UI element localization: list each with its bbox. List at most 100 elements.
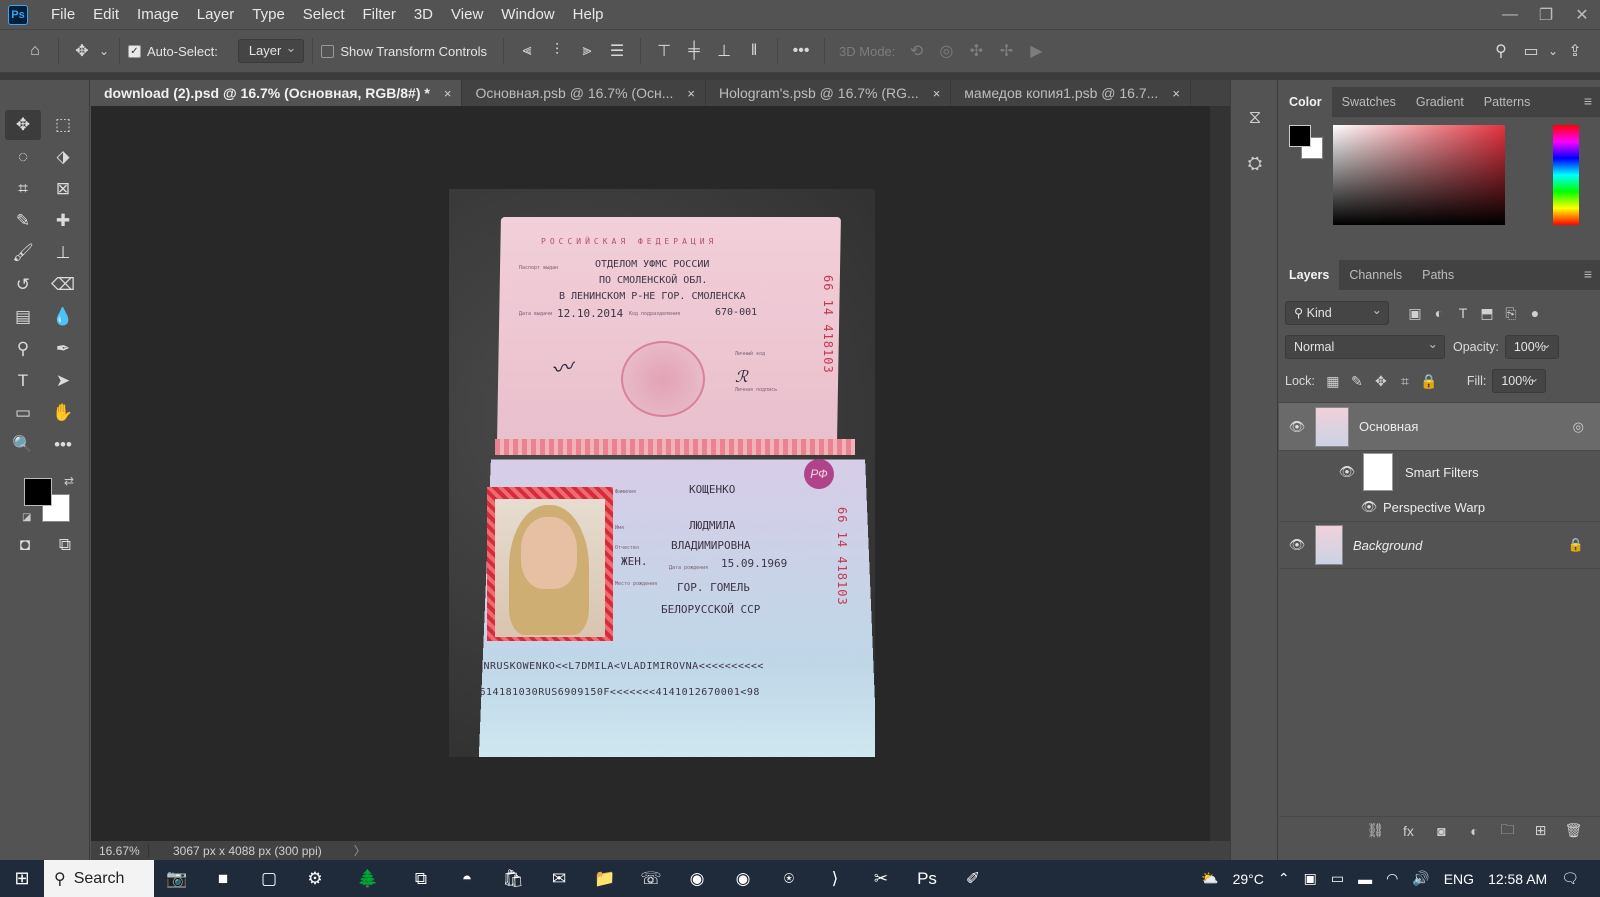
blend-mode-dropdown[interactable]: Normal [1285,333,1445,359]
tab-paths[interactable]: Paths [1412,260,1464,290]
edge-browser-icon[interactable]: ◓ [444,860,490,897]
crop-icon[interactable]: ⌗ [5,174,41,204]
lasso-icon[interactable]: ◌ [5,142,41,172]
capcut-icon[interactable]: ✂ [858,860,904,897]
lock-image-icon[interactable]: ✎ [1345,373,1369,390]
visibility-eye-icon[interactable]: 👁 [1337,464,1357,480]
task-view-icon[interactable]: ⧉ [398,860,444,897]
fill-input[interactable]: 100% [1492,367,1547,393]
auto-select-target-dropdown[interactable]: Layer [237,37,305,63]
layer-row-background[interactable]: 👁 Background 🔒 [1279,521,1600,569]
layer-style-fx-icon[interactable]: fx [1392,823,1425,839]
layer-row-osnovnaya[interactable]: 👁 Основная ◎ [1279,403,1600,451]
filter-shape-icon[interactable]: ⬒ [1475,305,1499,322]
hand-icon[interactable]: ✋ [45,398,81,428]
tab-osnovnaya-psb[interactable]: Основная.psb @ 16.7% (Осн... × [462,80,706,106]
chevron-down-icon[interactable]: ⌄ [97,36,111,66]
menu-type[interactable]: Type [243,0,294,29]
screen-mode-icon[interactable]: ⧉ [47,530,83,560]
camera-app-icon[interactable]: 📷 [154,860,200,897]
color-foreground-swatch[interactable] [1289,125,1311,147]
video-icon[interactable]: ■ [200,860,246,897]
foreground-color-swatch[interactable] [24,478,52,506]
chevron-down-icon[interactable]: ⌄ [1546,36,1560,66]
workspace-icon[interactable]: ▭ [1516,36,1546,66]
visibility-eye-icon[interactable]: 👁 [1279,537,1315,553]
zoom-level[interactable]: 16.67% [91,843,149,858]
tray-chevron-icon[interactable]: ⌃ [1271,870,1297,887]
frame-icon[interactable]: ⊠ [45,174,81,204]
distribute-vertical-icon[interactable]: ‖ [739,36,769,66]
filter-type-icon[interactable]: T [1451,305,1475,321]
home-icon[interactable]: ⌂ [20,36,50,66]
align-right-edges-icon[interactable]: ⫸ [572,36,602,66]
pen-icon[interactable]: ✒ [45,334,81,364]
history-brush-icon[interactable]: ↺ [5,270,41,300]
weather-temp[interactable]: 29°C [1226,871,1271,887]
hue-slider[interactable] [1553,125,1579,225]
visibility-eye-icon[interactable]: 👁 [1279,419,1315,435]
new-group-icon[interactable]: 🗀 [1491,819,1524,843]
tab-download-psd[interactable]: download (2).psd @ 16.7% (Основная, RGB/… [91,80,463,106]
lock-position-icon[interactable]: ✥ [1369,373,1393,390]
menu-window[interactable]: Window [492,0,563,29]
file-explorer-icon[interactable]: 📁 [582,860,628,897]
language-indicator[interactable]: ENG [1437,871,1481,887]
clone-stamp-icon[interactable]: ⊥ [45,238,81,268]
close-tab-icon[interactable]: × [444,86,452,101]
document-image[interactable]: РОССИЙСКАЯ ФЕДЕРАЦИЯ Паспорт выдан ОТДЕЛ… [449,189,875,757]
battery-icon[interactable]: ▬ [1351,871,1379,887]
menu-select[interactable]: Select [294,0,354,29]
photoshop-taskbar-icon[interactable]: Ps [904,860,950,897]
panel-menu-icon[interactable]: ≡ [1584,266,1592,282]
tab-mamedov-psb[interactable]: мамедов копия1.psb @ 16.7... × [951,80,1191,106]
filter-adjustment-icon[interactable]: ◐ [1427,305,1451,321]
delete-layer-icon[interactable]: 🗑 [1557,822,1590,839]
quick-mask-icon[interactable]: ◘ [7,530,43,560]
align-horizontal-centers-icon[interactable]: ⫶ [542,36,572,66]
tab-layers[interactable]: Layers [1279,260,1340,290]
menu-file[interactable]: File [42,0,84,29]
new-layer-icon[interactable]: ⊞ [1524,822,1557,839]
move-tool-icon[interactable]: ✥ [5,110,41,140]
window-icon[interactable]: ▢ [246,860,292,897]
align-vertical-centers-icon[interactable]: ╪ [679,36,709,66]
smart-filters-row[interactable]: 👁 Smart Filters [1279,451,1600,493]
adjustment-layer-icon[interactable]: ◐ [1458,823,1491,839]
tab-gradients[interactable]: Gradient [1406,87,1474,117]
lock-artboard-icon[interactable]: ⌗ [1393,373,1417,390]
windows-start-icon[interactable]: ⊞ [0,860,44,897]
move-tool-preset-icon[interactable]: ✥ [67,36,97,66]
close-window-button[interactable]: ✕ [1564,0,1600,29]
distribute-horizontal-icon[interactable]: ☰ [602,36,632,66]
menu-layer[interactable]: Layer [188,0,244,29]
tab-patterns[interactable]: Patterns [1474,87,1541,117]
tab-color[interactable]: Color [1279,87,1332,117]
tab-swatches[interactable]: Swatches [1332,87,1406,117]
link-layers-icon[interactable]: ⛓ [1359,822,1392,839]
eraser-icon[interactable]: ⌫ [45,270,81,300]
zoom-icon[interactable]: 🔍 [5,430,41,460]
smart-filter-mask-thumbnail[interactable] [1363,453,1393,491]
volume-icon[interactable]: 🔊 [1405,870,1436,887]
widgets-icon[interactable]: 🌲 [338,860,398,897]
vscode-icon[interactable]: ⟩ [812,860,858,897]
dodge-icon[interactable]: ⚲ [5,334,41,364]
show-transform-controls-checkbox[interactable] [321,44,335,58]
3d-panel-icon[interactable]: ⛭ [1231,140,1279,186]
menu-edit[interactable]: Edit [84,0,128,29]
settings-gear-icon[interactable]: ⚙ [292,860,338,897]
lock-transparent-icon[interactable]: ▦ [1321,373,1345,390]
filter-kind-dropdown[interactable]: ⚲ Kind [1285,299,1389,325]
notepad-icon[interactable]: ✐ [950,860,996,897]
eyedropper-icon[interactable]: ✎ [5,206,41,236]
search-icon[interactable]: ⚲ [1486,36,1516,66]
gradient-icon[interactable]: ▤ [5,302,41,332]
menu-view[interactable]: View [442,0,492,29]
menu-3d[interactable]: 3D [405,0,442,29]
tab-hologram-psb[interactable]: Hologram's.psb @ 16.7% (RG... × [705,80,952,106]
history-panel-icon[interactable]: ⧖ [1231,94,1279,140]
align-top-edges-icon[interactable]: ⊤ [649,36,679,66]
path-selection-icon[interactable]: ➤ [45,366,81,396]
more-tools-icon[interactable]: ••• [45,430,81,460]
